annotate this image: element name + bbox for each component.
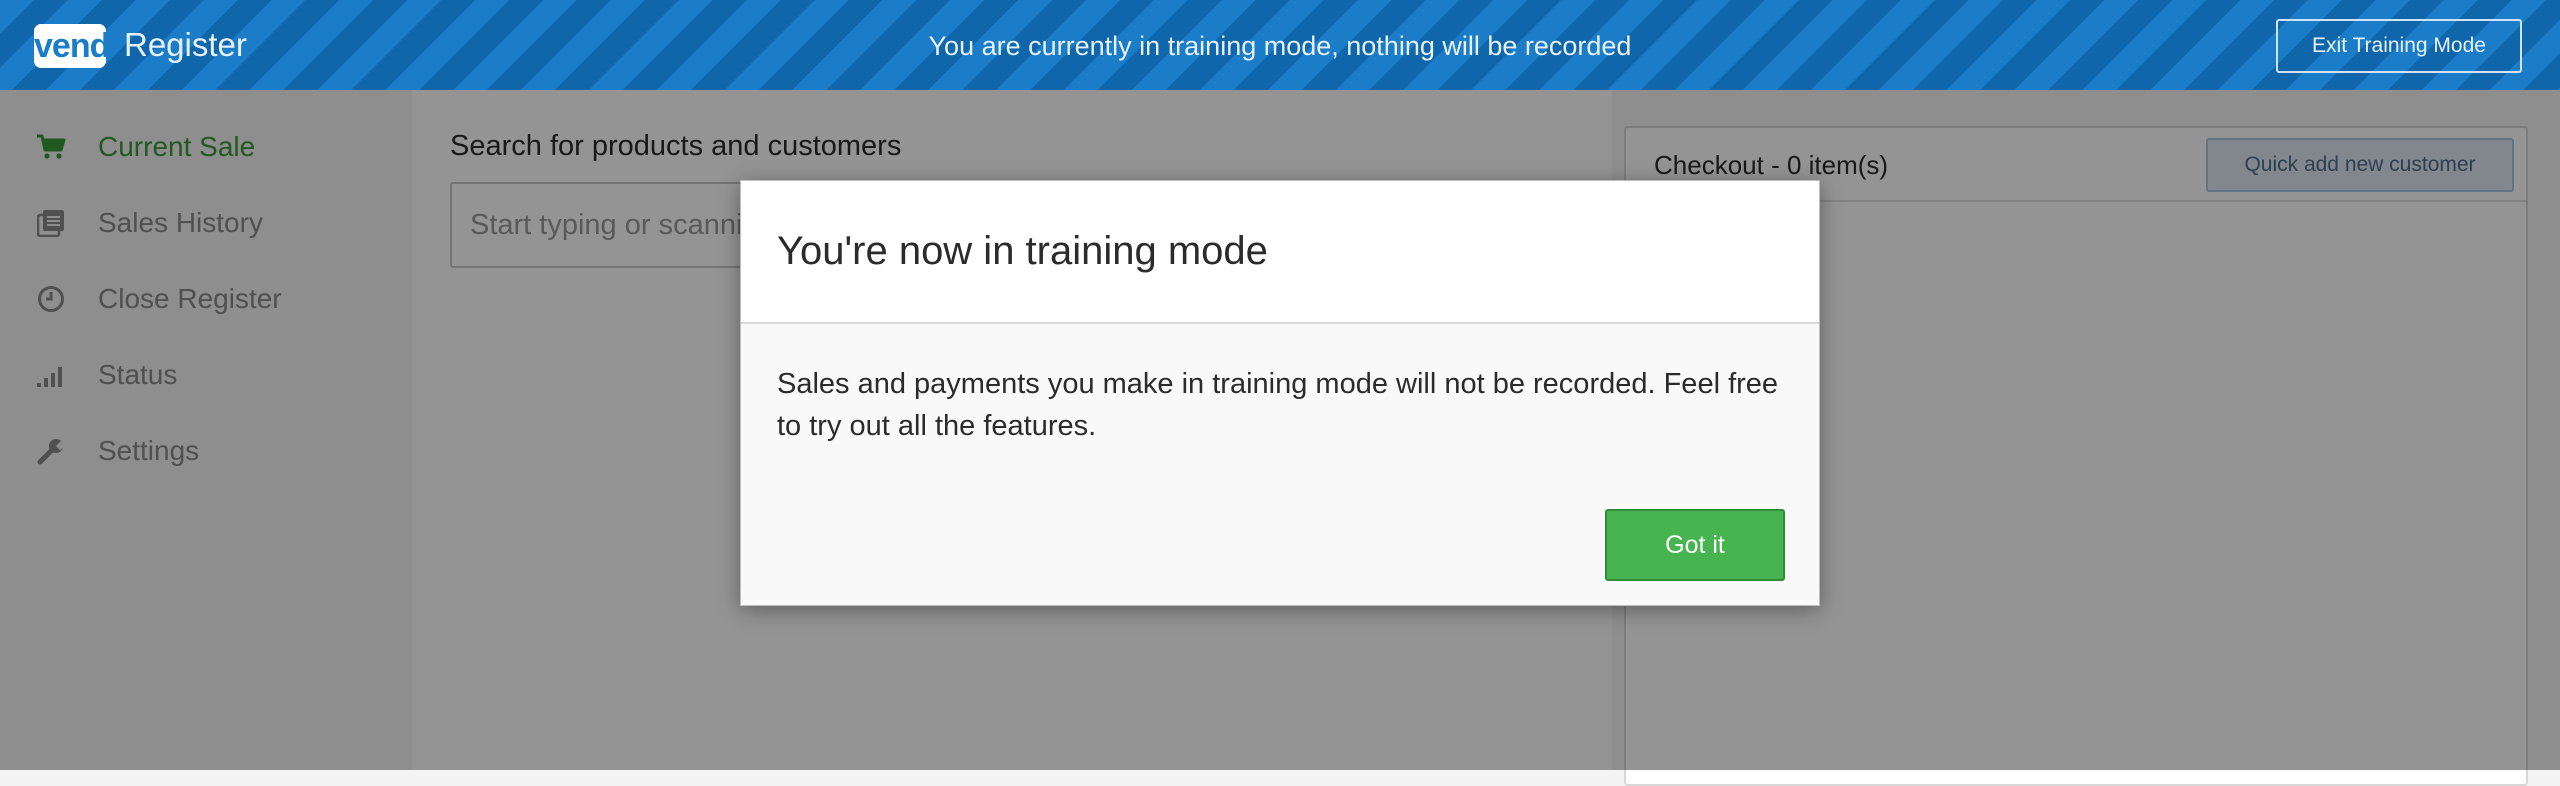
training-mode-banner: vend Register You are currently in train…	[0, 0, 2560, 90]
got-it-button[interactable]: Got it	[1605, 509, 1785, 581]
dialog-message: Sales and payments you make in training …	[777, 368, 1779, 442]
dialog-header: You're now in training mode	[741, 181, 1819, 324]
training-mode-message: You are currently in training mode, noth…	[928, 31, 1632, 61]
exit-training-mode-button[interactable]: Exit Training Mode	[2276, 19, 2522, 73]
training-mode-dialog: You're now in training mode Sales and pa…	[740, 180, 1820, 606]
dialog-title: You're now in training mode	[777, 229, 1268, 273]
